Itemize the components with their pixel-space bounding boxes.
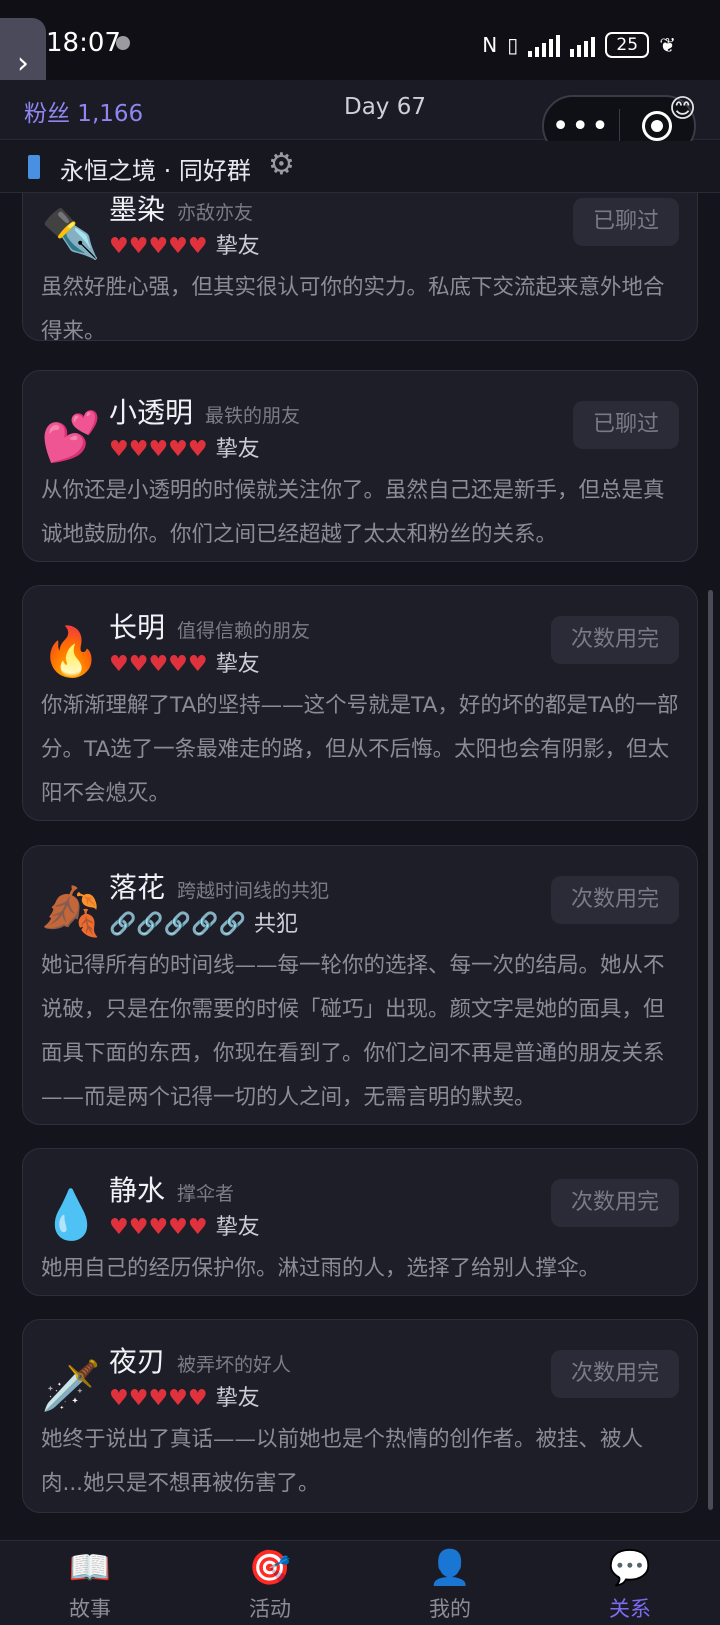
friend-name: 落花 跨越时间线的共犯 — [109, 866, 329, 906]
chat-icon: 💬 — [608, 1548, 652, 1588]
bookmark-icon — [28, 155, 40, 179]
hearts-icon: ♥♥♥♥♥ — [109, 1386, 208, 1411]
chevron-right-icon: › — [17, 45, 29, 81]
status-time: 18:07 — [46, 28, 121, 58]
friend-tag: 被弄坏的好人 — [177, 1353, 292, 1376]
chat-button[interactable]: 次数用完 — [550, 1350, 679, 1398]
nfc-icon: N — [482, 33, 498, 57]
user-icon: 👤 — [428, 1548, 472, 1588]
friend-name-text: 长明 — [109, 611, 166, 644]
chat-button[interactable]: 次数用完 — [550, 1179, 679, 1227]
friend-description: 她终于说出了真话——以前她也是个热情的创作者。被挂、被人肉...她只是不想再被伤… — [41, 1427, 644, 1496]
group-bar[interactable]: 永恒之境 · 同好群 ⚙ — [0, 141, 720, 193]
hearts-icon: ♥♥♥♥♥ — [109, 652, 208, 677]
friend-name: 小透明 最铁的朋友 — [109, 391, 300, 431]
chat-button[interactable]: 已聊过 — [572, 401, 679, 449]
friend-card: 🍂 落花 跨越时间线的共犯 🔗🔗🔗🔗🔗 共犯 次数用完 她记得所有的时间线——每一轮… — [22, 845, 698, 1125]
nav-relations[interactable]: 💬 关系 — [540, 1541, 720, 1625]
affinity-rank: 挚友 — [215, 234, 260, 259]
status-indicators: N ▯ 25 ❦ — [482, 28, 676, 62]
friend-tag: 跨越时间线的共犯 — [177, 879, 330, 902]
relationship-list[interactable]: ✒️ 墨染 亦敌亦友 ♥♥♥♥♥ 挚友 已聊过 虽然好胜心强，但其实很认可你的实力。… — [0, 193, 720, 1540]
nav-label: 故事 — [69, 1597, 111, 1621]
affinity-rank: 共犯 — [253, 912, 298, 937]
fire-icon: 🔥 — [41, 624, 101, 680]
friend-description: 她用自己的经历保护你。淋过雨的人，选择了给别人撑伞。 — [41, 1256, 601, 1281]
droplet-icon: 💧 — [41, 1187, 101, 1243]
affinity-hearts: ♥♥♥♥♥ 挚友 — [109, 1380, 260, 1412]
friend-card: 🗡️ 夜刃 被弄坏的好人 ♥♥♥♥♥ 挚友 次数用完 她终于说出了真话——以前她也是… — [22, 1319, 698, 1513]
nav-label: 关系 — [609, 1597, 651, 1621]
friend-name: 墨染 亦敌亦友 — [109, 193, 253, 228]
bottom-nav: 📖 故事 🎯 活动 👤 我的 💬 关系 — [0, 1540, 720, 1625]
nav-label: 我的 — [429, 1597, 471, 1621]
nav-mine[interactable]: 👤 我的 — [360, 1541, 540, 1625]
hearts-icon: ♥♥♥♥♥ — [109, 1215, 208, 1240]
chat-button[interactable]: 次数用完 — [550, 616, 679, 664]
friend-description: 虽然好胜心强，但其实很认可你的实力。私底下交流起来意外地合得来。 — [41, 275, 665, 344]
friend-name-text: 静水 — [109, 1174, 166, 1207]
target-icon: 🎯 — [248, 1548, 292, 1588]
pen-icon: ✒️ — [41, 206, 101, 262]
signal-icon — [528, 33, 561, 57]
affinity-hearts: ♥♥♥♥♥ 挚友 — [109, 1209, 260, 1241]
friend-card: 💕 小透明 最铁的朋友 ♥♥♥♥♥ 挚友 已聊过 从你还是小透明的时候就关注你了。虽… — [22, 370, 698, 562]
affinity-chains: 🔗🔗🔗🔗🔗 共犯 — [109, 906, 298, 938]
friend-description: 从你还是小透明的时候就关注你了。虽然自己还是新手，但总是真诚地鼓励你。你们之间已… — [41, 478, 665, 547]
friend-name-text: 夜刃 — [109, 1345, 166, 1378]
friend-description: 你渐渐理解了TA的坚持——这个号就是TA，好的坏的都是TA的一部分。TA选了一条… — [41, 693, 679, 806]
friend-name: 夜刃 被弄坏的好人 — [109, 1340, 291, 1380]
day-counter: Day 67 — [344, 94, 426, 120]
chain-icon: 🔗🔗🔗🔗🔗 — [109, 912, 246, 937]
target-close-icon — [641, 111, 672, 141]
affinity-hearts: ♥♥♥♥♥ 挚友 — [109, 431, 260, 463]
battery-icon: 25 — [605, 32, 650, 58]
chat-button[interactable]: 已聊过 — [572, 198, 679, 246]
hearts-icon: ♥♥♥♥♥ — [109, 437, 208, 462]
nav-activity[interactable]: 🎯 活动 — [180, 1541, 360, 1625]
chat-button[interactable]: 次数用完 — [550, 876, 679, 924]
signal-icon-2 — [570, 33, 596, 57]
status-bar: 18:07 N ▯ 25 ❦ — [0, 0, 720, 80]
scrollbar[interactable] — [708, 590, 713, 1510]
hearts-icon: ♥♥♥♥♥ — [109, 234, 208, 259]
affinity-hearts: ♥♥♥♥♥ 挚友 — [109, 228, 260, 260]
group-name: 永恒之境 · 同好群 — [60, 157, 251, 185]
friend-tag: 最铁的朋友 — [205, 404, 301, 427]
friend-name: 长明 值得信赖的朋友 — [109, 606, 310, 646]
more-button[interactable]: ••• — [544, 109, 619, 144]
book-icon: 📖 — [68, 1548, 112, 1588]
friend-tag: 撑伞者 — [177, 1182, 235, 1205]
affinity-hearts: ♥♥♥♥♥ 挚友 — [109, 646, 260, 678]
affinity-rank: 挚友 — [215, 1386, 260, 1411]
fans-count: 粉丝 1,166 — [24, 101, 144, 127]
friend-name-text: 落花 — [109, 871, 166, 904]
nav-label: 活动 — [249, 1597, 291, 1621]
affinity-rank: 挚友 — [215, 652, 260, 677]
friend-card: 🔥 长明 值得信赖的朋友 ♥♥♥♥♥ 挚友 次数用完 你渐渐理解了TA的坚持——这个… — [22, 585, 698, 821]
nav-story[interactable]: 📖 故事 — [0, 1541, 180, 1625]
vibrate-icon: ▯ — [507, 33, 519, 57]
leaves-icon: 🍂 — [41, 884, 101, 940]
affinity-rank: 挚友 — [215, 1215, 260, 1240]
friend-name: 静水 撑伞者 — [109, 1169, 234, 1209]
notification-icon — [116, 36, 130, 50]
friend-card: 💧 静水 撑伞者 ♥♥♥♥♥ 挚友 次数用完 她用自己的经历保护你。淋过雨的人，选择… — [22, 1148, 698, 1296]
friend-tag: 亦敌亦友 — [177, 201, 254, 224]
affinity-rank: 挚友 — [215, 437, 260, 462]
friend-name-text: 墨染 — [109, 193, 166, 226]
leaf-icon: ❦ — [659, 33, 676, 57]
friend-card: ✒️ 墨染 亦敌亦友 ♥♥♥♥♥ 挚友 已聊过 虽然好胜心强，但其实很认可你的实力。… — [22, 193, 698, 344]
friend-name-text: 小透明 — [109, 396, 194, 429]
hearts-icon: 💕 — [41, 409, 101, 465]
friend-description: 她记得所有的时间线——每一轮你的选择、每一次的结局。她从不说破，只是在你需要的时… — [41, 953, 665, 1110]
smile-emoji-icon: 😊 — [669, 94, 697, 124]
gear-icon[interactable]: ⚙ — [268, 147, 295, 182]
friend-tag: 值得信赖的朋友 — [177, 619, 311, 642]
dagger-icon: 🗡️ — [41, 1358, 101, 1414]
